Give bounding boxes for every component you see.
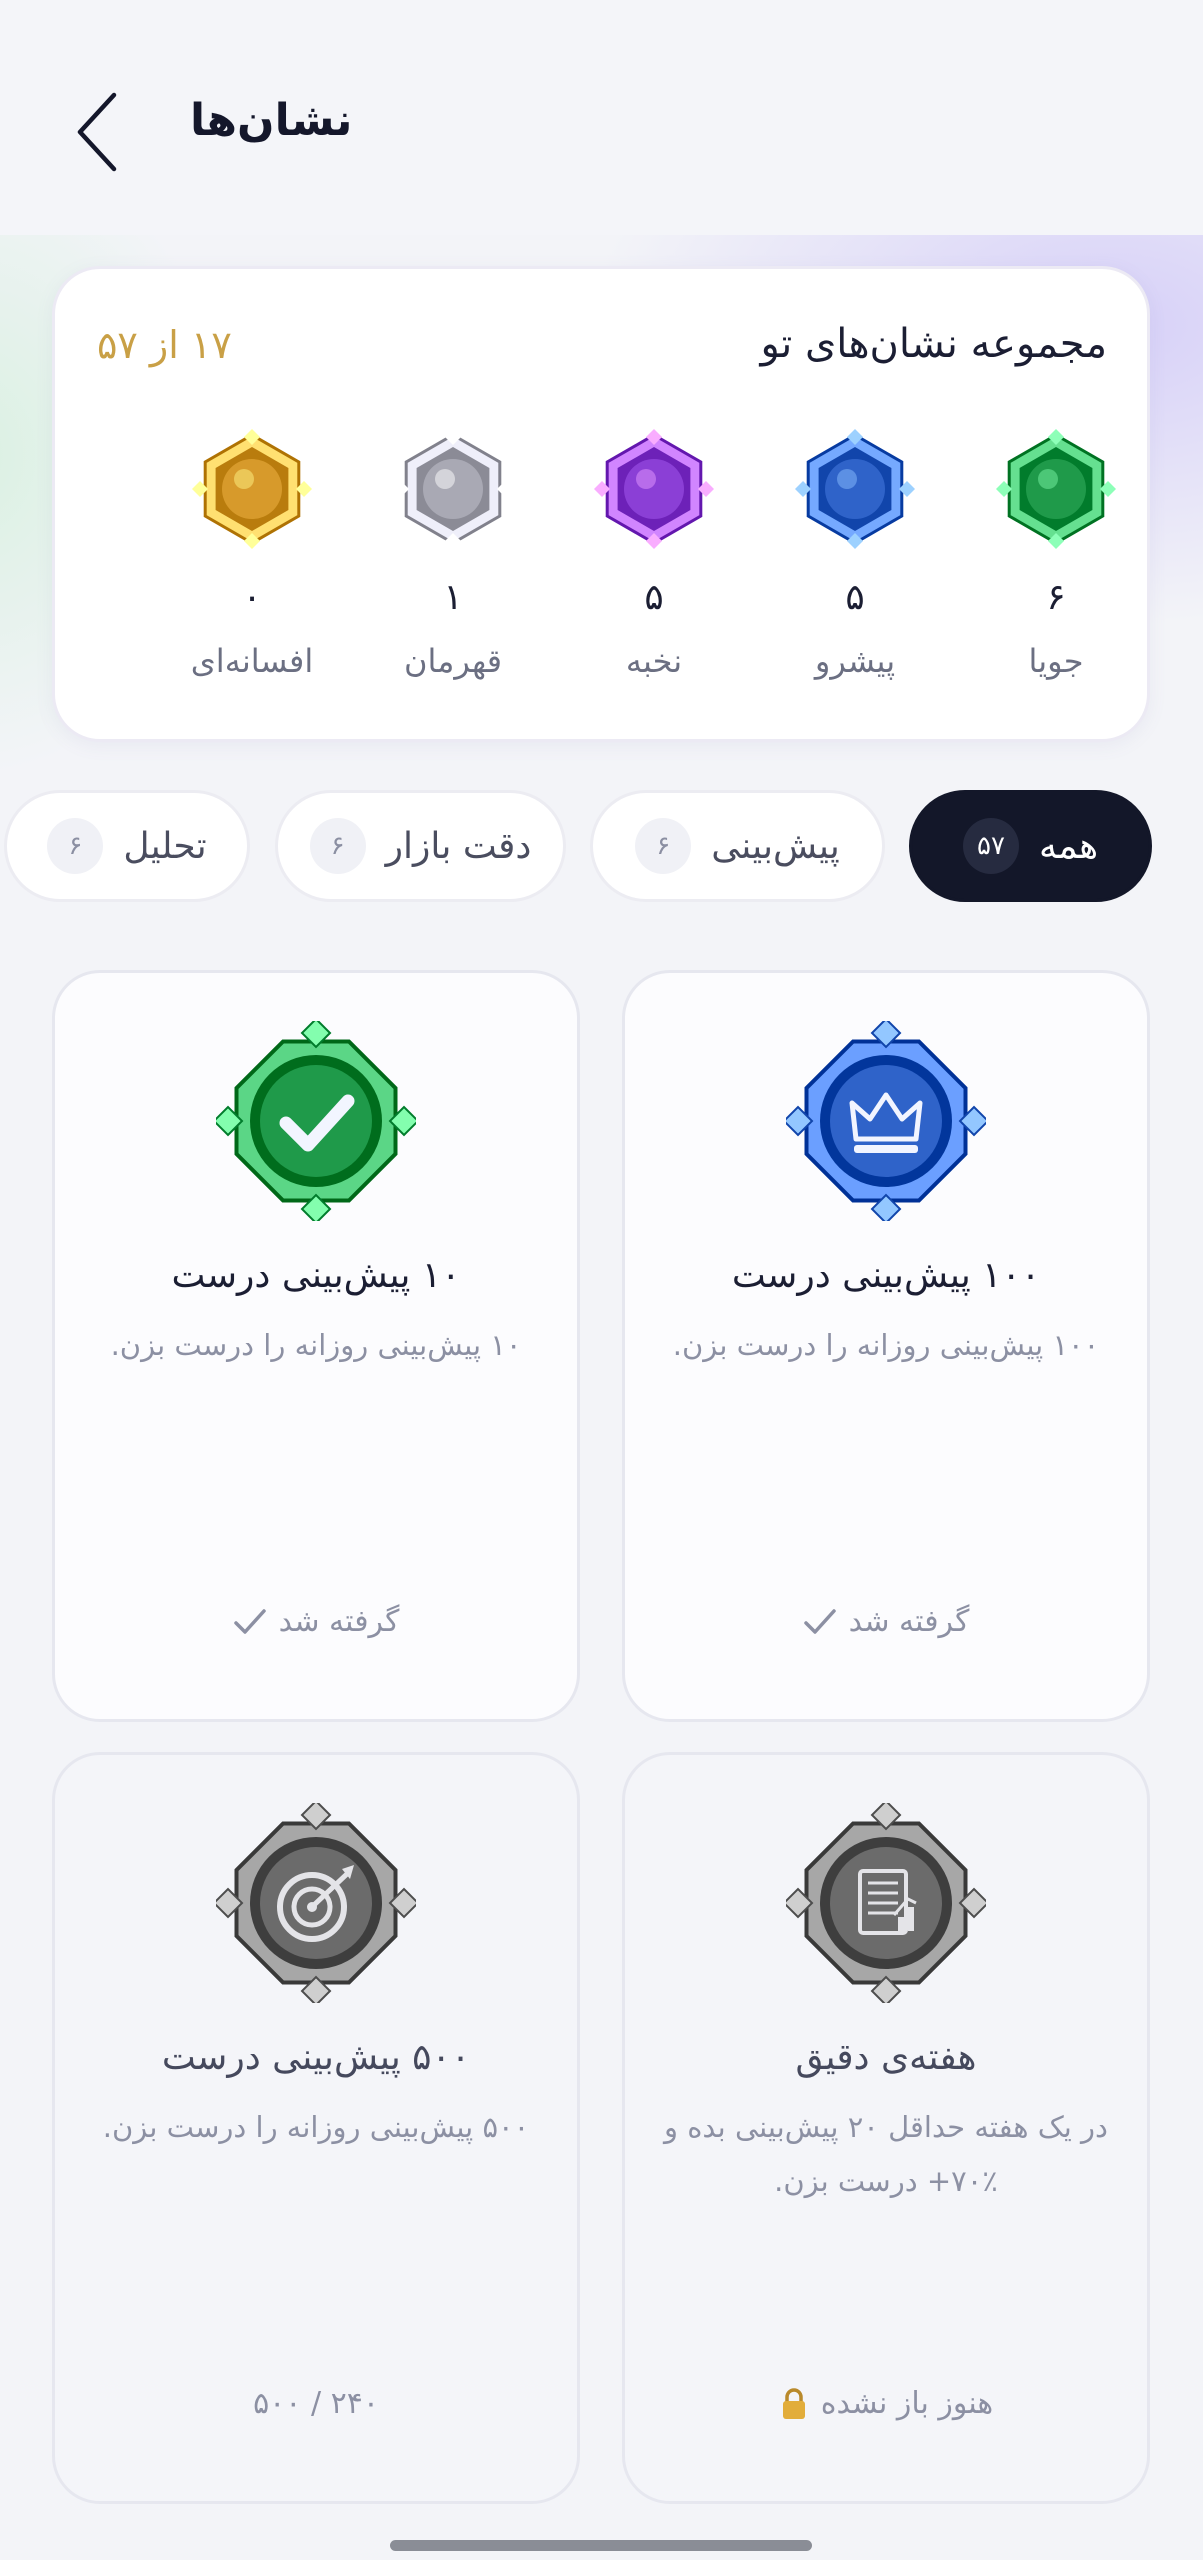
elite-medal-icon [594, 429, 714, 549]
explorer-medal-icon [996, 429, 1116, 549]
chip-count: ۶ [635, 818, 692, 874]
tier-pioneer[interactable]: ۵ پیشرو [770, 429, 940, 709]
tier-count: ۱ [443, 577, 463, 618]
badge-card[interactable]: هفته‌ی دقیق در یک هفته حداقل ۲۰ پیش‌بینی… [622, 1752, 1150, 2504]
chip-label: دقت بازار [385, 825, 532, 867]
status-text: گرفته شد [848, 1604, 970, 1639]
chip-label: پیش‌بینی [711, 825, 840, 867]
badge-title: هفته‌ی دقیق [795, 2037, 977, 2078]
tier-count: ۶ [1046, 577, 1066, 618]
home-indicator[interactable] [390, 2540, 812, 2551]
pioneer-medal-icon [795, 429, 915, 549]
lock-icon [782, 2387, 805, 2419]
tier-legendary[interactable]: ۰ افسانه‌ای [167, 429, 337, 709]
chip-count: ۵۷ [962, 818, 1019, 874]
chip-label: تحلیل [123, 825, 207, 867]
target-badge-icon [216, 1803, 416, 2003]
collection-count: ۱۷ از ۵۷ [97, 323, 232, 367]
legendary-medal-icon [192, 429, 312, 549]
status-text: گرفته شد [278, 1604, 400, 1639]
checkmark-icon [803, 1608, 836, 1634]
tier-name: افسانه‌ای [190, 642, 314, 680]
badge-title: ۵۰۰ پیش‌بینی درست [161, 2037, 471, 2078]
chip-count: ۶ [47, 818, 104, 874]
chip-label: همه [1038, 825, 1099, 867]
filter-chip-market-accuracy[interactable]: دقت بازار ۶ [275, 790, 566, 902]
badge-status: گرفته شد [625, 1604, 1147, 1639]
badge-title: ۱۰۰ پیش‌بینی درست [731, 1255, 1041, 1296]
tier-champion[interactable]: ۱ قهرمان [368, 429, 538, 709]
badge-description: ۱۰ پیش‌بینی روزانه را درست بزن. [110, 1328, 522, 1362]
filter-chip-all[interactable]: همه ۵۷ [909, 790, 1152, 902]
report-chart-badge-icon [786, 1803, 986, 2003]
badge-status: هنوز باز نشده [625, 2386, 1147, 2421]
back-button[interactable] [62, 82, 132, 182]
tier-elite[interactable]: ۵ نخبه [569, 429, 739, 709]
tier-name: جویا [1028, 642, 1084, 680]
progress-text: ۲۴۰ / ۵۰۰ [253, 2386, 379, 2421]
badge-status: ۲۴۰ / ۵۰۰ [55, 2386, 577, 2421]
filter-chip-analysis[interactable]: تحلیل ۶ [4, 790, 250, 902]
tier-explorer[interactable]: ۶ جویا [971, 429, 1141, 709]
badge-description: در یک هفته حداقل ۲۰ پیش‌بینی بده و ٪۷۰+ … [664, 2110, 1108, 2198]
status-text: هنوز باز نشده [820, 2386, 994, 2421]
tier-count: ۰ [242, 577, 262, 618]
tier-name: پیشرو [814, 642, 896, 680]
tier-count: ۵ [845, 577, 865, 618]
badge-collection-card: مجموعه نشان‌های تو ۱۷ از ۵۷ ۶ جویا ۵ پیش… [52, 266, 1150, 742]
tier-name: نخبه [625, 642, 683, 680]
badge-title: ۱۰ پیش‌بینی درست [171, 1255, 461, 1296]
chevron-left-icon [77, 92, 117, 172]
checkmark-badge-icon [216, 1021, 416, 1221]
checkmark-icon [233, 1608, 266, 1634]
badge-card[interactable]: ۵۰۰ پیش‌بینی درست ۵۰۰ پیش‌بینی روزانه را… [52, 1752, 580, 2504]
tier-count: ۵ [644, 577, 664, 618]
chip-count: ۶ [309, 818, 366, 874]
top-bar: نشان‌ها [0, 0, 1203, 235]
badge-description: ۵۰۰ پیش‌بینی روزانه را درست بزن. [102, 2110, 530, 2144]
page-title: نشان‌ها [190, 95, 353, 146]
tier-name: قهرمان [403, 642, 503, 680]
collection-title: مجموعه نشان‌های تو [760, 321, 1107, 367]
champion-medal-icon [393, 429, 513, 549]
filter-chip-prediction[interactable]: پیش‌بینی ۶ [590, 790, 885, 902]
badge-description: ۱۰۰ پیش‌بینی روزانه را درست بزن. [672, 1328, 1100, 1362]
crown-badge-icon [786, 1021, 986, 1221]
badge-status: گرفته شد [55, 1604, 577, 1639]
badge-card[interactable]: ۱۰۰ پیش‌بینی درست ۱۰۰ پیش‌بینی روزانه را… [622, 970, 1150, 1722]
badge-card[interactable]: ۱۰ پیش‌بینی درست ۱۰ پیش‌بینی روزانه را د… [52, 970, 580, 1722]
